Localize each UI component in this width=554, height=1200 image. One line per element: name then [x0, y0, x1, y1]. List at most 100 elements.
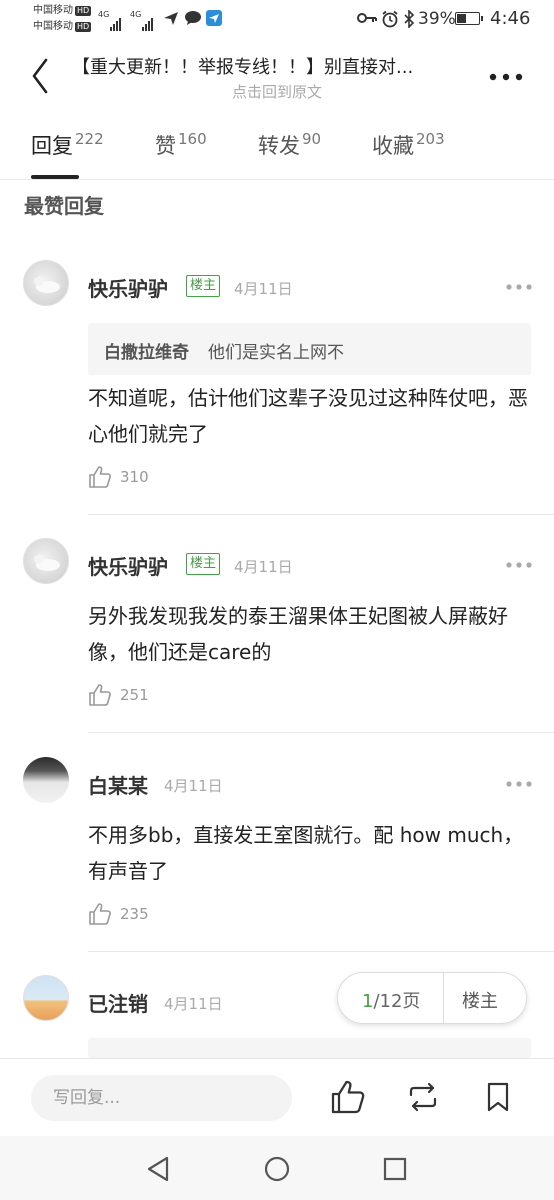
signal-icon [110, 12, 122, 31]
op-badge: 楼主 [186, 553, 221, 575]
header: 【重大更新！！举报专线！！】别直接对... 点击回到原文 [0, 40, 554, 112]
thumbs-up-icon [89, 466, 111, 488]
op-only-button[interactable]: 楼主 [462, 987, 498, 1013]
comment-more-icon[interactable] [504, 555, 534, 575]
battery-icon [455, 12, 483, 25]
tab-label: 转发 [258, 134, 300, 158]
carrier-1-name: 中国移动 [33, 5, 73, 16]
tab-likes[interactable]: 赞 160 [155, 130, 207, 160]
divider [88, 951, 554, 952]
carrier-1: 中国移动 HD [33, 5, 92, 17]
alarm-icon [382, 10, 398, 28]
comment-date: 4月11日 [164, 995, 223, 1013]
comment-more-icon[interactable] [504, 277, 534, 297]
thumbs-up-icon [331, 1080, 365, 1114]
app-icon [206, 10, 222, 26]
like-count: 235 [120, 905, 149, 923]
send-icon [164, 12, 178, 25]
repost-button[interactable] [405, 1079, 441, 1115]
page-selector[interactable]: 1/12页 [362, 987, 420, 1013]
nav-back-button[interactable] [143, 1154, 173, 1184]
back-to-original-link[interactable]: 点击回到原文 [0, 81, 554, 102]
tab-label: 赞 [155, 134, 176, 158]
triangle-back-icon [147, 1156, 169, 1182]
quoted-reply[interactable]: 白撒拉维奇 他们是实名上网不 [88, 323, 531, 375]
bookmark-icon [487, 1082, 509, 1112]
current-page: 1 [362, 991, 374, 1012]
username[interactable]: 快乐驴驴 [88, 551, 168, 580]
tab-label: 收藏 [372, 134, 414, 158]
tab-label: 回复 [31, 134, 73, 158]
active-tab-indicator [31, 175, 79, 179]
total-pages: /12页 [373, 991, 421, 1012]
username[interactable]: 快乐驴驴 [88, 273, 168, 302]
tab-count: 160 [178, 130, 207, 148]
repost-icon [409, 1082, 437, 1112]
signal-icon [142, 12, 154, 31]
more-icon [489, 73, 523, 81]
like-button[interactable]: 235 [88, 902, 149, 926]
like-post-button[interactable] [330, 1079, 366, 1115]
avatar[interactable] [23, 975, 69, 1021]
bluetooth-icon [404, 10, 415, 28]
clock: 4:46 [490, 8, 531, 29]
comment-more-icon[interactable] [504, 774, 534, 794]
carrier-2: 中国移动 HD [33, 21, 92, 33]
pager-divider [443, 973, 444, 1023]
tab-favorites[interactable]: 收藏 203 [372, 130, 445, 160]
comment-date: 4月11日 [234, 558, 293, 576]
bookmark-button[interactable] [480, 1079, 516, 1115]
username[interactable]: 白某某 [88, 770, 148, 799]
quote-text: 他们是实名上网不 [208, 343, 344, 363]
nav-recents-button[interactable] [380, 1154, 410, 1184]
network-type-1: 4G [98, 10, 110, 19]
comment-text: 不知道呢，估计他们这辈子没见过这种阵仗吧，恶心他们就完了 [88, 386, 528, 446]
key-icon [357, 13, 377, 23]
carrier-2-name: 中国移动 [33, 21, 73, 32]
square-recents-icon [383, 1157, 407, 1181]
system-nav-bar [0, 1136, 554, 1200]
comment-date: 4月11日 [164, 777, 223, 795]
reply-input[interactable] [31, 1075, 292, 1121]
like-count: 251 [120, 686, 149, 704]
avatar[interactable] [23, 538, 69, 584]
battery-percent: 39% [418, 9, 456, 29]
comment-text: 不用多bb，直接发王室图就行。配 how much，有声音了 [88, 823, 524, 883]
username[interactable]: 已注销 [88, 988, 148, 1017]
avatar-image [34, 551, 60, 571]
divider [88, 732, 554, 733]
like-count: 310 [120, 468, 149, 486]
thumbs-up-icon [89, 684, 111, 706]
more-options-button[interactable] [486, 62, 526, 92]
battery-fill [457, 14, 466, 23]
tab-bar: 回复 222 赞 160 转发 90 收藏 203 [0, 112, 554, 180]
avatar-image [34, 273, 60, 293]
post-title[interactable]: 【重大更新！！举报专线！！】别直接对... [72, 53, 472, 79]
op-badge: 楼主 [186, 275, 221, 297]
comment-date: 4月11日 [234, 280, 293, 298]
divider [88, 514, 554, 515]
nav-home-button[interactable] [262, 1154, 292, 1184]
tab-count: 90 [302, 130, 322, 148]
hd-badge: HD [75, 22, 92, 32]
quote-username: 白撒拉维奇 [104, 343, 189, 363]
avatar[interactable] [23, 260, 69, 306]
chat-icon [185, 11, 201, 25]
status-bar: 中国移动 HD 中国移动 HD 4G 4G 39% 4:46 [0, 0, 554, 40]
tab-replies[interactable]: 回复 222 [31, 130, 104, 160]
comment-text: 另外我发现我发的泰王溜果体王妃图被人屏蔽好像，他们还是care的 [88, 604, 508, 664]
bottom-action-bar [0, 1058, 554, 1136]
section-title: 最赞回复 [24, 194, 104, 218]
pagination-control: 1/12页 楼主 [337, 972, 527, 1024]
tab-count: 203 [416, 130, 445, 148]
thumbs-up-icon [89, 903, 111, 925]
circle-home-icon [264, 1156, 290, 1182]
hd-badge: HD [75, 6, 92, 16]
like-button[interactable]: 310 [88, 465, 149, 489]
network-type-2: 4G [130, 10, 142, 19]
avatar[interactable] [23, 757, 69, 803]
quoted-reply-partial [88, 1038, 531, 1058]
like-button[interactable]: 251 [88, 683, 149, 707]
tab-reposts[interactable]: 转发 90 [258, 130, 321, 160]
tab-count: 222 [75, 130, 104, 148]
